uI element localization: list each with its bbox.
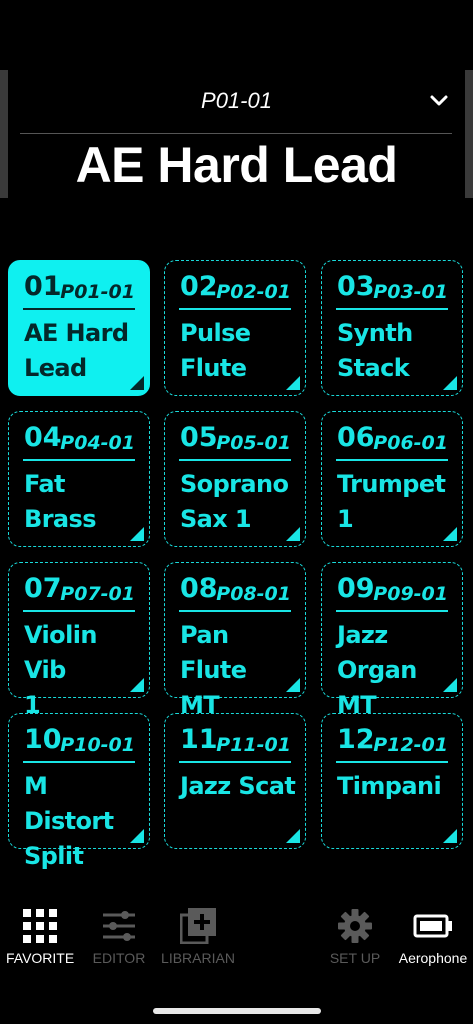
nav-setup-label: SET UP xyxy=(329,950,381,966)
slot-number: 03 xyxy=(337,271,375,302)
patch-code: P05-01 xyxy=(216,432,291,454)
tile-divider xyxy=(179,308,291,310)
patch-code: P02-01 xyxy=(216,281,291,303)
patch-code: P11-01 xyxy=(216,734,291,756)
tile-divider xyxy=(336,761,448,763)
header-divider xyxy=(20,133,452,134)
corner-triangle-icon xyxy=(443,678,457,692)
patch-number: P01-01 xyxy=(201,88,272,113)
patch-code: P12-01 xyxy=(373,734,448,756)
corner-triangle-icon xyxy=(286,527,300,541)
favorite-tile-06[interactable]: 06 P06-01 Trumpet 1 xyxy=(321,411,463,547)
patch-title[interactable]: AE Hard Lead xyxy=(0,136,473,194)
patch-name: AE Hard Lead xyxy=(24,319,129,382)
favorite-tile-03[interactable]: 03 P03-01 Synth Stack xyxy=(321,260,463,396)
nav-favorite[interactable]: FAVORITE xyxy=(6,900,74,966)
corner-triangle-icon xyxy=(130,376,144,390)
favorite-tile-05[interactable]: 05 P05-01 Soprano Sax 1 xyxy=(164,411,306,547)
patch-code: P04-01 xyxy=(60,432,135,454)
favorite-tile-01[interactable]: 01 P01-01 AE Hard Lead xyxy=(8,260,150,396)
patch-name: M Distort Split xyxy=(24,772,114,870)
favorite-tile-11[interactable]: 11 P11-01 Jazz Scat xyxy=(164,713,306,849)
patch-name: Jazz Scat xyxy=(180,772,296,800)
favorite-tile-10[interactable]: 10 P10-01 M Distort Split xyxy=(8,713,150,870)
favorite-tile-07[interactable]: 07 P07-01 Violin Vib 1 xyxy=(8,562,150,719)
patch-name: Violin Vib 1 xyxy=(24,621,97,719)
bottom-navigation: FAVORITE EDITOR LIBRARIAN SET UP Aeropho… xyxy=(0,900,473,980)
library-add-icon xyxy=(180,908,216,944)
corner-triangle-icon xyxy=(443,527,457,541)
patch-code: P03-01 xyxy=(373,281,448,303)
favorite-tile-04[interactable]: 04 P04-01 Fat Brass xyxy=(8,411,150,547)
slot-number: 02 xyxy=(180,271,218,302)
patch-code: P06-01 xyxy=(373,432,448,454)
slot-number: 07 xyxy=(24,573,62,604)
patch-code: P07-01 xyxy=(60,583,135,605)
patch-name: Timpani xyxy=(337,772,442,800)
slot-number: 01 xyxy=(24,271,62,302)
tile-divider xyxy=(23,610,135,612)
patch-name: Trumpet 1 xyxy=(337,470,446,533)
slot-number: 12 xyxy=(337,724,375,755)
favorite-tile-08[interactable]: 08 P08-01 Pan Flute MT xyxy=(164,562,306,719)
patch-name: Pulse Flute xyxy=(180,319,251,382)
patch-code: P01-01 xyxy=(60,281,135,303)
slot-number: 08 xyxy=(180,573,218,604)
tile-divider xyxy=(179,459,291,461)
nav-favorite-label: FAVORITE xyxy=(6,950,75,966)
tile-divider xyxy=(336,610,448,612)
patch-name: Jazz Organ MT xyxy=(337,621,417,719)
corner-triangle-icon xyxy=(443,829,457,843)
sliders-icon xyxy=(103,911,135,941)
patch-code: P09-01 xyxy=(373,583,448,605)
corner-triangle-icon xyxy=(130,829,144,843)
patch-name: Pan Flute MT xyxy=(180,621,247,719)
slot-number: 11 xyxy=(180,724,218,755)
nav-librarian[interactable]: LIBRARIAN xyxy=(160,900,236,966)
nav-editor[interactable]: EDITOR xyxy=(88,900,150,966)
slot-number: 10 xyxy=(24,724,62,755)
tile-divider xyxy=(179,610,291,612)
tile-divider xyxy=(336,308,448,310)
tile-divider xyxy=(336,459,448,461)
home-indicator[interactable] xyxy=(153,1008,321,1014)
corner-triangle-icon xyxy=(286,829,300,843)
corner-triangle-icon xyxy=(286,678,300,692)
corner-triangle-icon xyxy=(443,376,457,390)
tile-divider xyxy=(23,308,135,310)
nav-librarian-label: LIBRARIAN xyxy=(161,950,235,966)
nav-editor-label: EDITOR xyxy=(92,950,146,966)
tile-divider xyxy=(23,459,135,461)
corner-triangle-icon xyxy=(130,527,144,541)
slot-number: 06 xyxy=(337,422,375,453)
patch-code: P08-01 xyxy=(216,583,291,605)
tile-divider xyxy=(179,761,291,763)
nav-device-label: Aerophone xyxy=(398,950,468,966)
battery-icon xyxy=(413,914,452,938)
tile-divider xyxy=(23,761,135,763)
slot-number: 05 xyxy=(180,422,218,453)
slot-number: 04 xyxy=(24,422,62,453)
patch-name: Fat Brass xyxy=(24,470,97,533)
patch-name: Synth Stack xyxy=(337,319,413,382)
favorite-tile-09[interactable]: 09 P09-01 Jazz Organ MT xyxy=(321,562,463,719)
patch-code: P10-01 xyxy=(60,734,135,756)
grid-icon xyxy=(23,909,57,943)
corner-triangle-icon xyxy=(286,376,300,390)
favorite-tile-12[interactable]: 12 P12-01 Timpani xyxy=(321,713,463,849)
nav-setup[interactable]: SET UP xyxy=(326,900,384,966)
gear-icon xyxy=(338,909,372,943)
corner-triangle-icon xyxy=(130,678,144,692)
patch-name: Soprano Sax 1 xyxy=(180,470,289,533)
nav-device[interactable]: Aerophone xyxy=(396,900,470,966)
slot-number: 09 xyxy=(337,573,375,604)
chevron-down-icon[interactable] xyxy=(428,92,450,110)
favorite-tile-02[interactable]: 02 P02-01 Pulse Flute xyxy=(164,260,306,396)
